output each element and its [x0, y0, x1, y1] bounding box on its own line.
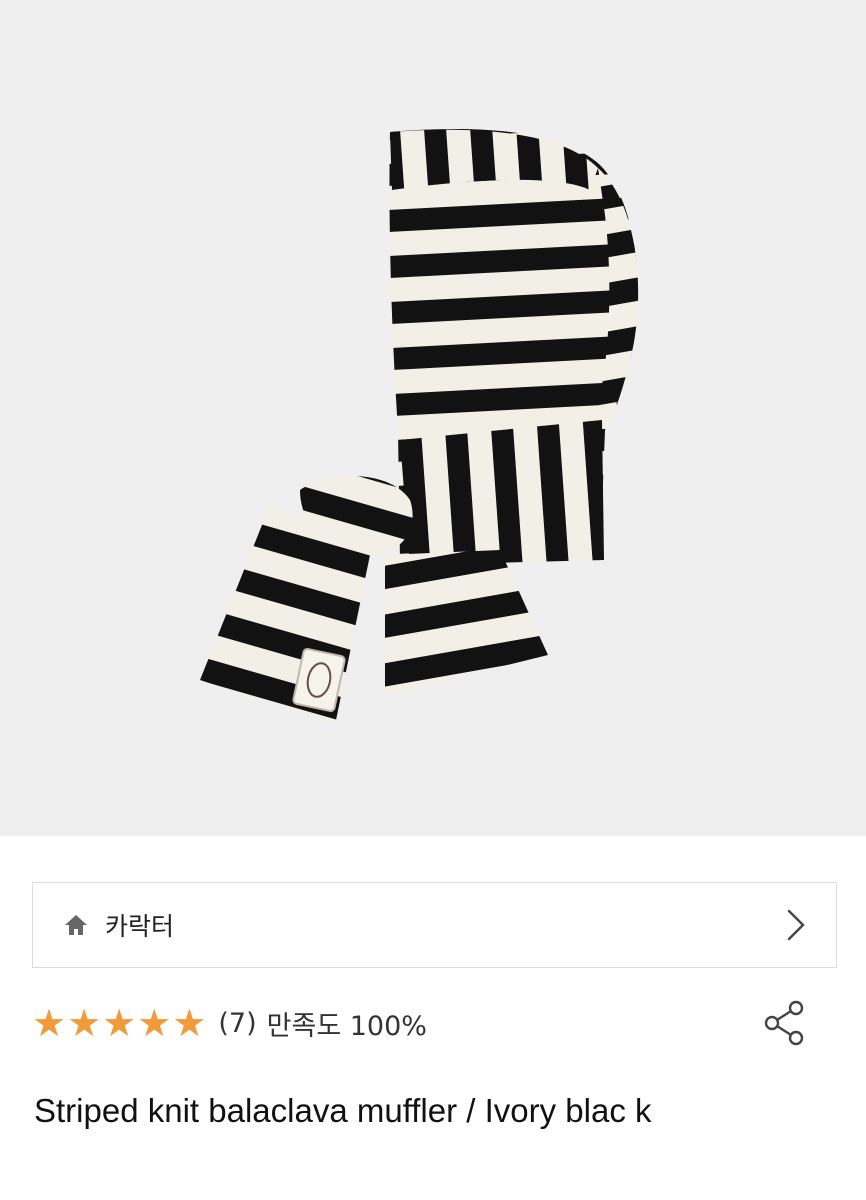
rating-row: ★ ★ ★ ★ ★ (7) 만족도 100% — [32, 996, 837, 1050]
star-icon: ★ — [32, 1001, 67, 1045]
share-icon[interactable] — [761, 998, 807, 1048]
product-image[interactable] — [0, 0, 866, 836]
star-icon: ★ — [67, 1001, 102, 1045]
home-icon — [61, 910, 91, 940]
product-title: Striped knit balaclava muffler / Ivory b… — [34, 1092, 652, 1129]
chevron-right-icon — [782, 905, 810, 945]
brand-name: 카락터 — [105, 912, 175, 941]
brand-link[interactable]: 카락터 — [32, 882, 837, 968]
satisfaction-rate: 만족도 100% — [266, 1010, 427, 1042]
star-icon: ★ — [172, 1001, 207, 1045]
review-count[interactable]: (7) — [218, 1008, 256, 1039]
product-photo — [200, 128, 639, 725]
star-icon: ★ — [137, 1001, 172, 1045]
star-rating: ★ ★ ★ ★ ★ — [32, 1004, 206, 1042]
star-icon: ★ — [102, 1001, 137, 1045]
